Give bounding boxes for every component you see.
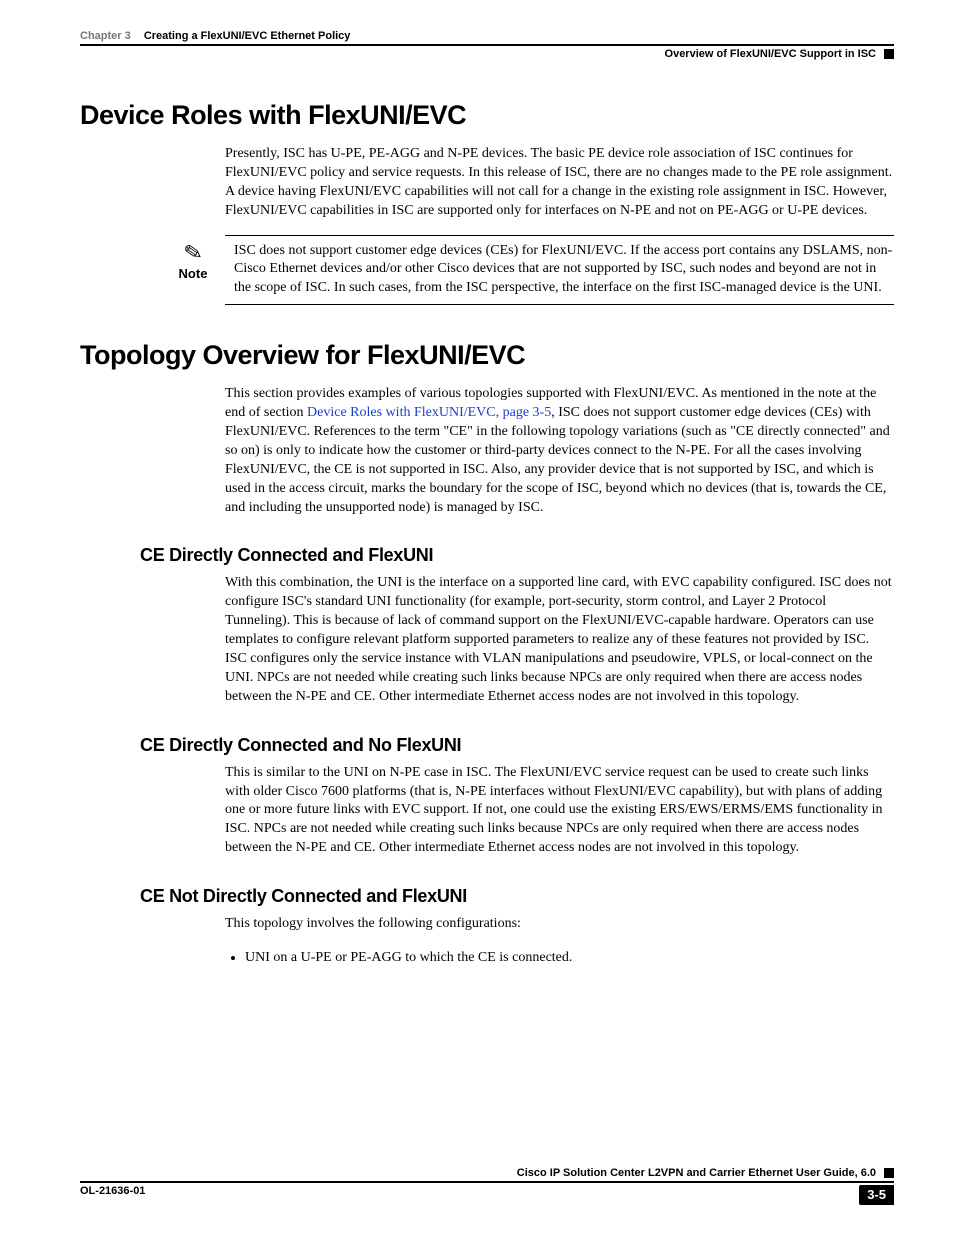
text-span: , ISC does not support customer edge dev… — [225, 405, 890, 514]
body-ce-direct-no-flexuni: This is similar to the UNI on N-PE case … — [225, 764, 894, 858]
list-item: UNI on a U-PE or PE-AGG to which the CE … — [245, 948, 894, 968]
footer-marker-icon — [884, 1168, 894, 1178]
page: Chapter 3 Creating a FlexUNI/EVC Etherne… — [0, 0, 954, 1235]
paragraph: With this combination, the UNI is the in… — [225, 574, 894, 706]
header-bar: Chapter 3 Creating a FlexUNI/EVC Etherne… — [80, 30, 894, 42]
paragraph: This is similar to the UNI on N-PE case … — [225, 764, 894, 858]
header-section-title: Overview of FlexUNI/EVC Support in ISC — [665, 48, 876, 60]
paragraph: This section provides examples of variou… — [225, 385, 894, 517]
guide-title: Cisco IP Solution Center L2VPN and Carri… — [517, 1167, 876, 1179]
heading-ce-not-direct-flexuni: CE Not Directly Connected and FlexUNI — [140, 886, 894, 907]
note-rule-top — [225, 235, 894, 236]
body-topology-overview: This section provides examples of variou… — [225, 385, 894, 517]
page-number: 3-5 — [859, 1185, 894, 1205]
paragraph: This topology involves the following con… — [225, 915, 894, 934]
note-label: Note — [179, 266, 208, 281]
note-block: ✎ Note ISC does not support customer edg… — [168, 235, 894, 306]
note-rule-bottom — [225, 304, 894, 305]
chapter-label: Chapter 3 — [80, 30, 131, 42]
doc-id: OL-21636-01 — [80, 1185, 145, 1197]
heading-ce-direct-flexuni: CE Directly Connected and FlexUNI — [140, 545, 894, 566]
footer-guide-row: Cisco IP Solution Center L2VPN and Carri… — [80, 1167, 894, 1179]
header-section-row: Overview of FlexUNI/EVC Support in ISC — [80, 48, 894, 60]
paragraph: Presently, ISC has U-PE, PE-AGG and N-PE… — [225, 145, 894, 221]
note-body: ISC does not support customer edge devic… — [234, 242, 894, 299]
header-rule — [80, 44, 894, 46]
page-footer: Cisco IP Solution Center L2VPN and Carri… — [80, 1167, 894, 1205]
chapter-title: Creating a FlexUNI/EVC Ethernet Policy — [144, 30, 351, 42]
body-device-roles: Presently, ISC has U-PE, PE-AGG and N-PE… — [225, 145, 894, 221]
chapter-line: Chapter 3 Creating a FlexUNI/EVC Etherne… — [80, 30, 350, 42]
footer-bottom-row: OL-21636-01 3-5 — [80, 1185, 894, 1205]
body-ce-direct-flexuni: With this combination, the UNI is the in… — [225, 574, 894, 706]
heading-device-roles: Device Roles with FlexUNI/EVC — [80, 100, 894, 131]
xref-device-roles[interactable]: Device Roles with FlexUNI/EVC, page 3-5 — [307, 405, 551, 420]
note-icon: ✎ — [182, 240, 204, 265]
footer-rule — [80, 1181, 894, 1183]
body-ce-not-direct-flexuni: This topology involves the following con… — [225, 915, 894, 967]
bullet-list: UNI on a U-PE or PE-AGG to which the CE … — [225, 948, 894, 968]
heading-ce-direct-no-flexuni: CE Directly Connected and No FlexUNI — [140, 735, 894, 756]
note-icon-col: ✎ Note — [168, 242, 218, 281]
heading-topology-overview: Topology Overview for FlexUNI/EVC — [80, 340, 894, 371]
section-marker-icon — [884, 49, 894, 59]
page-number-badge: 3-5 — [859, 1185, 894, 1205]
